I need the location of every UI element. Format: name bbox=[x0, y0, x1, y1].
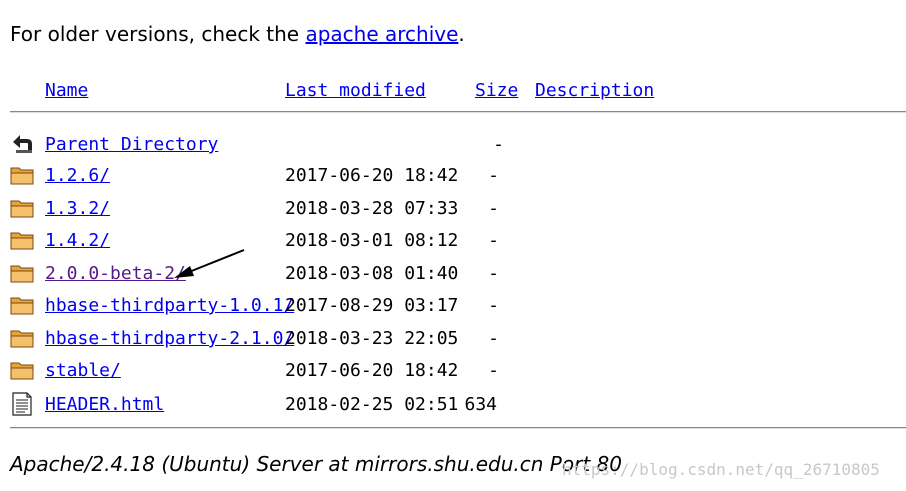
row-date: 2018-03-23 22:05 bbox=[285, 328, 459, 349]
directory-link[interactable]: hbase-thirdparty-1.0.1/ bbox=[45, 295, 294, 316]
table-row: Parent Directory - bbox=[0, 132, 906, 162]
sort-by-last-modified-link[interactable]: Last modified bbox=[285, 80, 426, 101]
folder-icon bbox=[10, 228, 34, 252]
row-size: 634 bbox=[464, 394, 497, 415]
row-size: - bbox=[488, 360, 499, 381]
table-row: 2.0.0-beta-2/ 2018-03-08 01:40 - bbox=[0, 261, 906, 291]
intro-suffix: . bbox=[458, 22, 465, 46]
apache-archive-link[interactable]: apache archive bbox=[305, 22, 458, 46]
parent-directory-link[interactable]: Parent Directory bbox=[45, 134, 218, 155]
folder-icon bbox=[10, 196, 34, 220]
table-row: stable/ 2017-06-20 18:42 - bbox=[0, 358, 906, 388]
row-date: 2017-06-20 18:42 bbox=[285, 165, 459, 186]
back-icon bbox=[10, 132, 34, 156]
sort-by-description-link[interactable]: Description bbox=[535, 80, 654, 101]
folder-icon bbox=[10, 326, 34, 350]
row-date: 2018-03-08 01:40 bbox=[285, 263, 459, 284]
intro-text: For older versions, check the apache arc… bbox=[10, 22, 465, 46]
row-date: 2017-06-20 18:42 bbox=[285, 360, 459, 381]
row-date: 2017-08-29 03:17 bbox=[285, 295, 459, 316]
annotation-arrow-icon bbox=[174, 249, 245, 278]
folder-icon bbox=[10, 293, 34, 317]
row-date: 2018-03-28 07:33 bbox=[285, 198, 459, 219]
folder-icon bbox=[10, 163, 34, 187]
row-size: - bbox=[488, 165, 499, 186]
text-file-icon bbox=[10, 392, 34, 416]
row-date: 2018-03-01 08:12 bbox=[285, 230, 459, 251]
footer-divider bbox=[10, 427, 906, 429]
row-size: - bbox=[493, 134, 504, 155]
row-size: - bbox=[488, 198, 499, 219]
directory-link[interactable]: 1.2.6/ bbox=[45, 165, 110, 186]
folder-icon bbox=[10, 261, 34, 285]
row-size: - bbox=[488, 230, 499, 251]
table-row: HEADER.html 2018-02-25 02:51 634 bbox=[0, 392, 906, 422]
table-row: hbase-thirdparty-2.1.0/ 2018-03-23 22:05… bbox=[0, 326, 906, 356]
directory-link[interactable]: 2.0.0-beta-2/ bbox=[45, 263, 186, 284]
file-link[interactable]: HEADER.html bbox=[45, 394, 164, 415]
directory-link[interactable]: 1.3.2/ bbox=[45, 198, 110, 219]
row-date: 2018-02-25 02:51 bbox=[285, 394, 459, 415]
watermark: https://blog.csdn.net/qq_26710805 bbox=[562, 460, 880, 479]
header-divider bbox=[10, 111, 906, 113]
table-row: 1.3.2/ 2018-03-28 07:33 - bbox=[0, 196, 906, 226]
sort-by-name-link[interactable]: Name bbox=[45, 80, 88, 101]
row-size: - bbox=[488, 263, 499, 284]
folder-icon bbox=[10, 358, 34, 382]
table-row: hbase-thirdparty-1.0.1/ 2017-08-29 03:17… bbox=[0, 293, 906, 323]
directory-link[interactable]: stable/ bbox=[45, 360, 121, 381]
directory-link[interactable]: 1.4.2/ bbox=[45, 230, 110, 251]
intro-prefix: For older versions, check the bbox=[10, 22, 306, 46]
table-row: 1.2.6/ 2017-06-20 18:42 - bbox=[0, 163, 906, 193]
directory-link[interactable]: hbase-thirdparty-2.1.0/ bbox=[45, 328, 294, 349]
sort-by-size-link[interactable]: Size bbox=[475, 80, 518, 101]
row-size: - bbox=[488, 295, 499, 316]
server-signature: Apache/2.4.18 (Ubuntu) Server at mirrors… bbox=[10, 452, 622, 476]
row-size: - bbox=[488, 328, 499, 349]
table-row: 1.4.2/ 2018-03-01 08:12 - bbox=[0, 228, 906, 258]
